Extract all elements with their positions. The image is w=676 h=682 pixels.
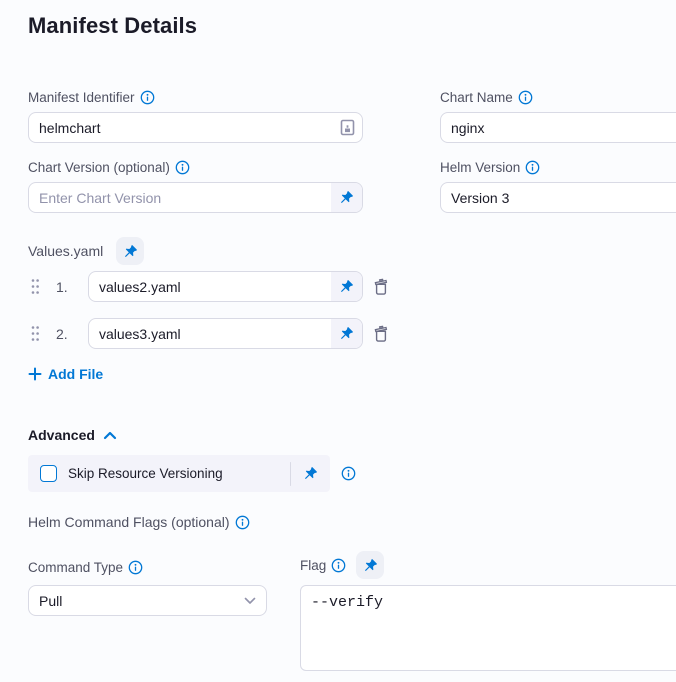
info-icon[interactable]: [140, 90, 155, 105]
values-file-1-drag-handle[interactable]: [30, 277, 40, 297]
manifest-identifier-input[interactable]: [29, 113, 332, 142]
values-file-1-input[interactable]: [89, 272, 331, 301]
skip-resource-versioning-row: Skip Resource Versioning: [28, 455, 330, 492]
chart-version-label-text: Chart Version (optional): [28, 160, 170, 175]
skip-resource-versioning-info-icon[interactable]: [341, 466, 356, 481]
flag-header: Flag: [300, 551, 384, 579]
helm-version-label-text: Helm Version: [440, 160, 520, 175]
skip-resource-versioning-checkbox[interactable]: [40, 465, 57, 482]
skip-resource-versioning-label: Skip Resource Versioning: [68, 466, 290, 481]
page-title: Manifest Details: [28, 13, 197, 39]
pin-icon: [339, 190, 354, 205]
flag-textarea[interactable]: --verify: [300, 585, 676, 671]
values-file-row: 1.: [30, 271, 390, 302]
values-file-2-drag-handle[interactable]: [30, 324, 40, 344]
values-file-1-delete-button[interactable]: [372, 277, 390, 297]
values-file-2-input[interactable]: [89, 319, 331, 348]
advanced-label: Advanced: [28, 427, 95, 443]
trash-icon[interactable]: [372, 277, 390, 297]
flag-pin-button[interactable]: [356, 551, 384, 579]
flag-label: Flag: [300, 558, 346, 573]
values-file-2-pin-button[interactable]: [331, 319, 362, 348]
values-file-1-index: 1.: [56, 279, 76, 295]
info-icon[interactable]: [235, 515, 250, 530]
chart-version-label: Chart Version (optional): [28, 160, 190, 175]
values-file-2-field: [88, 318, 363, 349]
values-file-2-index: 2.: [56, 326, 76, 342]
chart-version-field: [28, 182, 363, 213]
command-type-label-text: Command Type: [28, 560, 123, 575]
values-file-row: 2.: [30, 318, 390, 349]
helm-version-info-icon[interactable]: [525, 160, 540, 175]
manifest-identifier-field: [28, 112, 363, 143]
drag-handle-icon[interactable]: [30, 277, 40, 297]
chart-version-input[interactable]: [29, 183, 331, 212]
chart-name-label-text: Chart Name: [440, 90, 513, 105]
helm-command-flags-info-icon[interactable]: [235, 515, 250, 530]
pin-icon: [123, 244, 138, 259]
manifest-identifier-label-text: Manifest Identifier: [28, 90, 135, 105]
chart-name-field: [440, 112, 676, 143]
pin-icon: [363, 558, 378, 573]
flag-info-icon[interactable]: [331, 558, 346, 573]
values-yaml-label: Values.yaml: [28, 243, 103, 259]
manifest-identifier-label: Manifest Identifier: [28, 90, 155, 105]
command-type-select[interactable]: Pull: [28, 585, 267, 616]
chart-name-input[interactable]: [441, 113, 676, 142]
info-icon[interactable]: [128, 560, 143, 575]
info-icon[interactable]: [175, 160, 190, 175]
pin-icon: [303, 466, 318, 481]
helm-command-flags-label-text: Helm Command Flags (optional): [28, 514, 230, 530]
helm-version-select[interactable]: Version 3: [440, 182, 676, 213]
values-file-1-pin-button[interactable]: [331, 272, 362, 301]
values-yaml-header: Values.yaml: [28, 237, 144, 265]
pin-icon: [339, 326, 354, 341]
skip-resource-versioning-pin-button[interactable]: [299, 466, 322, 481]
command-type-label: Command Type: [28, 560, 143, 575]
trash-icon[interactable]: [372, 324, 390, 344]
chart-version-pin-button[interactable]: [331, 183, 362, 212]
add-file-label: Add File: [48, 366, 103, 382]
plus-icon: [28, 367, 42, 381]
command-type-value: Pull: [39, 593, 62, 609]
manifest-details-panel: Manifest Details Manifest Identifier Cha…: [0, 0, 676, 682]
advanced-section-toggle[interactable]: Advanced: [28, 427, 117, 443]
info-icon[interactable]: [341, 466, 356, 481]
chevron-down-icon: [244, 597, 256, 605]
chevron-up-icon: [103, 431, 117, 440]
command-type-info-icon[interactable]: [128, 560, 143, 575]
values-file-1-field: [88, 271, 363, 302]
chart-version-info-icon[interactable]: [175, 160, 190, 175]
pin-icon: [339, 279, 354, 294]
manifest-identifier-info-icon[interactable]: [140, 90, 155, 105]
flag-label-text: Flag: [300, 558, 326, 573]
info-icon[interactable]: [525, 160, 540, 175]
drag-handle-icon[interactable]: [30, 324, 40, 344]
helm-version-value: Version 3: [451, 190, 509, 206]
values-yaml-pin-button[interactable]: [116, 237, 144, 265]
id-edit-icon[interactable]: [332, 113, 362, 142]
values-file-2-delete-button[interactable]: [372, 324, 390, 344]
divider: [290, 462, 291, 486]
add-file-button[interactable]: Add File: [28, 366, 103, 382]
info-icon[interactable]: [518, 90, 533, 105]
chevron-down-icon: [244, 597, 256, 605]
helm-version-label: Helm Version: [440, 160, 540, 175]
helm-command-flags-label: Helm Command Flags (optional): [28, 514, 250, 530]
chart-name-label: Chart Name: [440, 90, 533, 105]
chart-name-info-icon[interactable]: [518, 90, 533, 105]
info-icon[interactable]: [331, 558, 346, 573]
